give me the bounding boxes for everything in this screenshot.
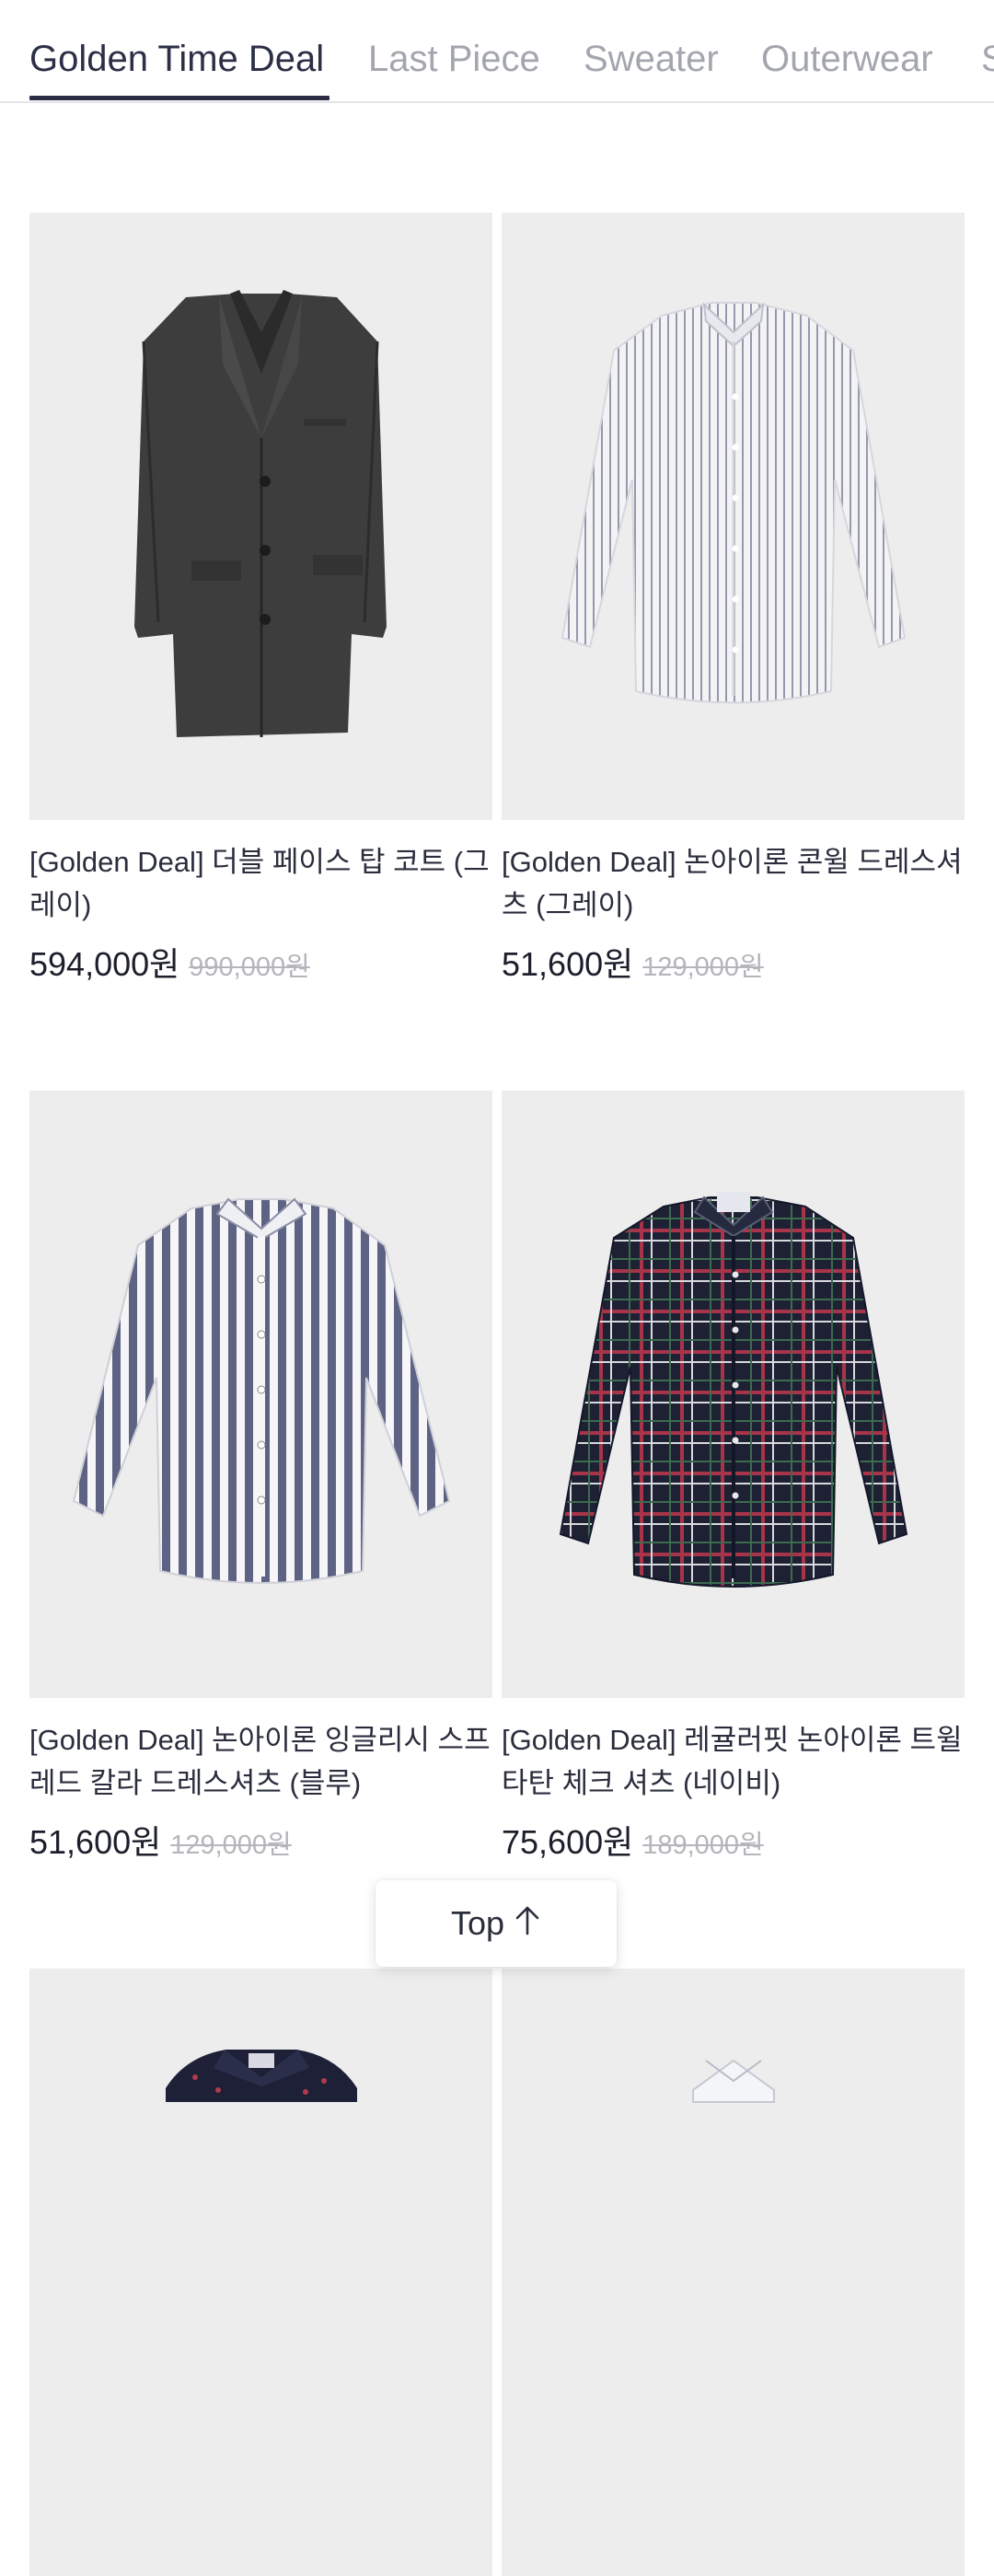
original-price: 129,000원: [170, 1831, 292, 1860]
sale-price: 75,600원: [502, 1823, 634, 1861]
price-row: 51,600원 129,000원: [29, 1816, 492, 1864]
category-tab-bar: Golden Time Deal Last Piece Sweater Oute…: [0, 0, 994, 103]
sale-price: 594,000원: [29, 945, 180, 983]
product-image-gray-coat[interactable]: [29, 213, 492, 820]
product-card[interactable]: [502, 1969, 965, 2576]
tab-outerwear[interactable]: Outerwear: [761, 33, 933, 85]
tab-golden-time-deal[interactable]: Golden Time Deal: [29, 33, 324, 85]
product-card[interactable]: [Golden Deal] 논아이론 콘윌 드레스셔츠 (그레이) 51,600…: [502, 213, 965, 986]
price-row: 75,600원 189,000원: [502, 1816, 965, 1864]
original-price: 990,000원: [189, 953, 310, 982]
product-image-gray-striped-dress-shirt[interactable]: [502, 213, 965, 820]
price-row: 594,000원 990,000원: [29, 938, 492, 986]
product-image-navy-tartan-shirt[interactable]: [502, 1091, 965, 1698]
product-card[interactable]: [Golden Deal] 더블 페이스 탑 코트 (그레이) 594,000원…: [29, 213, 492, 986]
sale-price: 51,600원: [502, 945, 634, 983]
tab-sweater[interactable]: Sweater: [584, 33, 719, 85]
tab-last-piece[interactable]: Last Piece: [368, 33, 540, 85]
sale-price: 51,600원: [29, 1823, 162, 1861]
product-image-blue-striped-dress-shirt[interactable]: [29, 1091, 492, 1698]
product-name[interactable]: [Golden Deal] 논아이론 콘윌 드레스셔츠 (그레이): [502, 840, 980, 927]
top-button-label: Top: [450, 1904, 505, 1942]
tab-next-partial[interactable]: S: [981, 33, 994, 85]
original-price: 189,000원: [642, 1831, 764, 1860]
product-card[interactable]: [29, 1969, 492, 2576]
price-row: 51,600원 129,000원: [502, 938, 965, 986]
product-name[interactable]: [Golden Deal] 레귤러핏 논아이론 트윌 타탄 체크 셔츠 (네이비…: [502, 1718, 980, 1805]
product-card[interactable]: [Golden Deal] 레귤러핏 논아이론 트윌 타탄 체크 셔츠 (네이비…: [502, 1091, 965, 1864]
product-image-partial[interactable]: [29, 1969, 492, 2576]
original-price: 129,000원: [642, 953, 764, 982]
product-image-partial[interactable]: [502, 1969, 965, 2576]
product-name[interactable]: [Golden Deal] 더블 페이스 탑 코트 (그레이): [29, 840, 508, 927]
scroll-to-top-button[interactable]: Top: [376, 1880, 617, 1967]
arrow-up-icon: [514, 1904, 541, 1944]
active-tab-indicator: [29, 96, 329, 100]
product-name[interactable]: [Golden Deal] 논아이론 잉글리시 스프레드 칼라 드레스셔츠 (블…: [29, 1718, 508, 1805]
product-card[interactable]: [Golden Deal] 논아이론 잉글리시 스프레드 칼라 드레스셔츠 (블…: [29, 1091, 492, 1864]
